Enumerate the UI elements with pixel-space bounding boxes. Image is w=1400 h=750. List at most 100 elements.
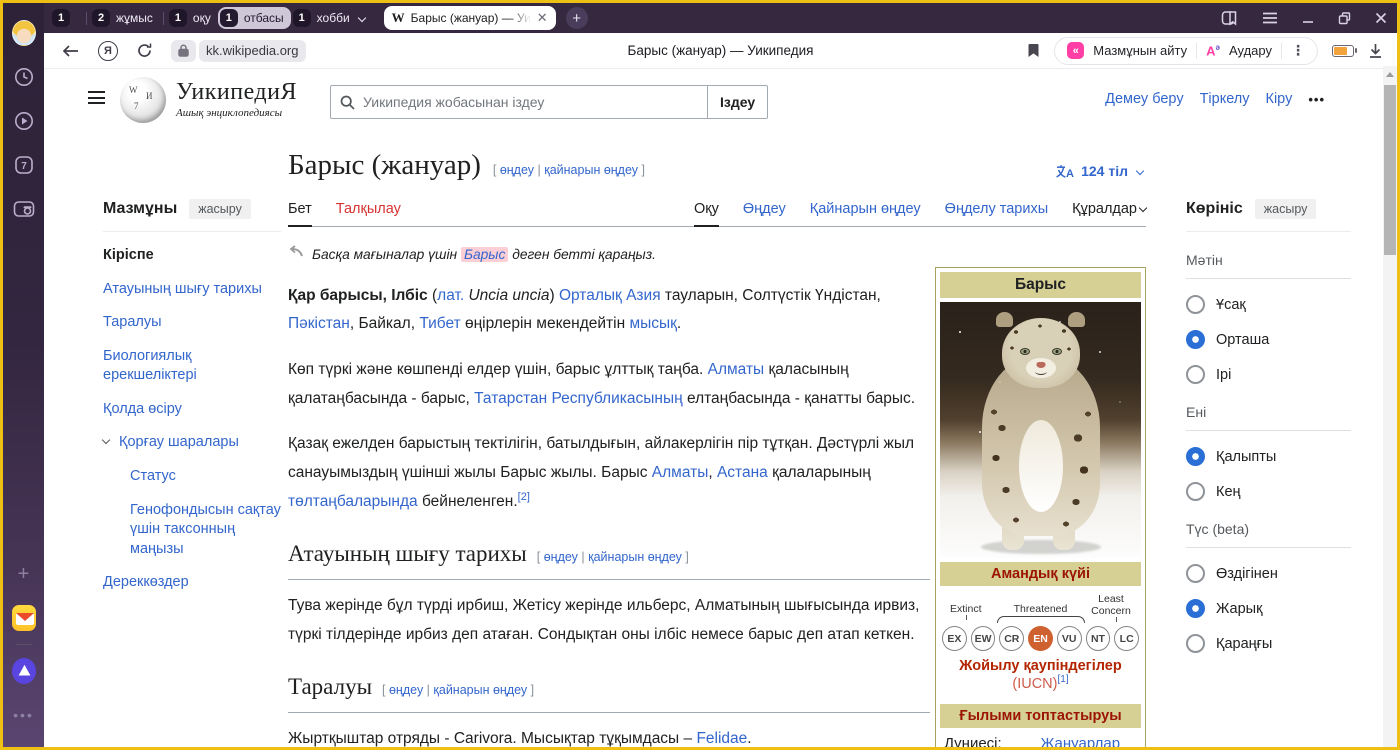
profile-avatar[interactable] [12, 21, 36, 45]
bookmarks-panel-icon[interactable] [1221, 10, 1238, 26]
battery-icon[interactable] [1332, 45, 1354, 57]
toc-item-captivity[interactable]: Қолда өсіру [103, 400, 281, 420]
toc-item-references[interactable]: Дереккөздер [103, 573, 281, 593]
article-link[interactable]: Астана [717, 464, 768, 481]
article-link[interactable]: Felidae [696, 730, 747, 747]
article-link[interactable]: мысық [629, 315, 676, 332]
toc-hide-button[interactable]: жасыру [189, 199, 251, 219]
kingdom-link[interactable]: Жануарлар [1041, 735, 1121, 747]
toc-item-biology[interactable]: Биологиялық ерекшеліктері [103, 347, 281, 386]
toc-item-genofund[interactable]: Генофондысын сақтау үшін таксонның маңыз… [130, 501, 281, 560]
article-link[interactable]: Алматы [652, 464, 709, 481]
option-small[interactable]: Ұсақ [1186, 295, 1351, 314]
article-link[interactable]: Орталық Азия [559, 287, 661, 304]
edit-link[interactable]: өңдеу [544, 550, 578, 564]
reload-icon[interactable] [136, 42, 153, 59]
new-tab-button[interactable]: + [566, 7, 588, 29]
secure-lock-icon[interactable] [171, 40, 196, 62]
edit-source-link[interactable]: қайнарын өңдеу [588, 550, 682, 564]
donate-link[interactable]: Демеу беру [1105, 91, 1183, 107]
browser-menu-icon[interactable] [1262, 12, 1278, 24]
tab-group-hobby[interactable]: 1хобби [291, 7, 372, 29]
option-width-standard[interactable]: Қалыпты [1186, 447, 1351, 466]
search-input[interactable] [363, 94, 698, 110]
appearance-hide-button[interactable]: жасыру [1255, 199, 1317, 219]
wiki-menu-icon[interactable] [88, 91, 105, 104]
ref-link[interactable]: [1] [1057, 674, 1068, 685]
article-link[interactable]: Татарстан Республикасының [474, 390, 683, 407]
wikipedia-logo[interactable]: WИ7 [120, 77, 166, 123]
toc-item-distribution[interactable]: Таралуы [103, 313, 281, 333]
close-icon[interactable] [1375, 12, 1387, 24]
article-link[interactable]: Пәкістан [288, 315, 350, 332]
login-link[interactable]: Кіру [1266, 91, 1293, 107]
toc-item-protection[interactable]: Қорғау шаралары [119, 433, 281, 453]
download-icon[interactable] [1368, 43, 1383, 59]
toc-item-etymology[interactable]: Атауының шығу тарихы [103, 280, 281, 300]
article-link[interactable]: төлтаңбаларында [288, 493, 418, 510]
option-standard[interactable]: Орташа [1186, 330, 1351, 349]
option-color-dark[interactable]: Қараңғы [1186, 634, 1351, 653]
tab-edit[interactable]: Өңдеу [743, 201, 786, 226]
tab-group-study[interactable]: 1оқу [167, 7, 218, 29]
edit-source-link[interactable]: қайнарын өңдеу [433, 683, 527, 697]
tab-group-family[interactable]: 1отбасы [218, 7, 291, 29]
radio-icon-checked[interactable] [1186, 447, 1205, 466]
tab-talk[interactable]: Талқылау [336, 201, 401, 226]
wiki-wordmark[interactable]: УикипедиЯ Ашық энциклопедиясы [176, 79, 297, 119]
radio-icon[interactable] [1186, 564, 1205, 583]
page-scrollbar[interactable] [1383, 66, 1397, 747]
tab-group-work[interactable]: 2жұмыс [90, 7, 160, 29]
more-tools-icon[interactable]: ⋮ [1291, 42, 1305, 59]
radio-icon-checked[interactable] [1186, 599, 1205, 618]
tab-group-pinned[interactable]: 1 [50, 7, 83, 29]
screenshot-icon[interactable] [12, 197, 36, 221]
search-box[interactable] [330, 85, 708, 119]
tab-edit-source[interactable]: Қайнарын өңдеу [810, 201, 921, 226]
active-tab[interactable]: W Барыс (жануар) — Уик ✕ [384, 6, 556, 30]
snow-leopard-photo[interactable] [940, 302, 1141, 558]
radio-icon[interactable] [1186, 365, 1205, 384]
article-link[interactable]: Барыс [461, 247, 508, 262]
close-tab-icon[interactable]: ✕ [537, 10, 548, 26]
bookmark-flag-icon[interactable] [1027, 43, 1040, 58]
radio-icon[interactable] [1186, 634, 1205, 653]
radio-icon[interactable] [1186, 482, 1205, 501]
search-button[interactable]: Іздеу [707, 85, 768, 119]
history-icon[interactable] [12, 65, 36, 89]
url-field[interactable]: kk.wikipedia.org [199, 40, 306, 62]
tab-read[interactable]: Оқу [694, 201, 719, 226]
alice-assistant-icon[interactable] [12, 659, 36, 683]
radio-icon[interactable] [1186, 295, 1205, 314]
option-large[interactable]: Ірі [1186, 365, 1351, 384]
yandex-search-icon[interactable]: Я [98, 41, 118, 61]
tab-page[interactable]: Бет [288, 201, 312, 226]
option-color-light[interactable]: Жарық [1186, 599, 1351, 618]
radio-icon-checked[interactable] [1186, 330, 1205, 349]
scrollbar-thumb[interactable] [1384, 85, 1396, 255]
chevron-down-icon[interactable] [102, 436, 110, 444]
edit-link[interactable]: өңдеу [389, 683, 423, 697]
mail-icon[interactable] [12, 606, 36, 630]
tab-history[interactable]: Өңделу тарихы [945, 201, 1048, 226]
language-selector[interactable]: A 124 тіл [1055, 163, 1143, 179]
scroll-up-arrow[interactable] [1386, 72, 1394, 77]
tab-tools[interactable]: Құралдар [1072, 201, 1146, 226]
toc-item-status[interactable]: Статус [130, 467, 281, 487]
sidebar-more-icon[interactable]: ••• [12, 703, 36, 727]
edit-link[interactable]: өңдеу [500, 163, 534, 177]
header-more-icon[interactable]: ••• [1308, 92, 1325, 107]
iucn-link[interactable]: (IUCN) [1012, 676, 1057, 692]
article-link[interactable]: Тибет [419, 315, 460, 332]
back-icon[interactable] [62, 44, 80, 58]
article-link[interactable]: [2] [518, 491, 530, 503]
tab-counter-icon[interactable]: 7 [12, 153, 36, 177]
play-icon[interactable] [12, 109, 36, 133]
restore-icon[interactable] [1338, 12, 1351, 25]
option-width-wide[interactable]: Кең [1186, 482, 1351, 501]
read-aloud-button[interactable]: Мазмұнын айту [1093, 43, 1187, 58]
add-panel-icon[interactable]: + [12, 562, 36, 586]
edit-source-link[interactable]: қайнарын өңдеу [544, 163, 638, 177]
toc-item-intro[interactable]: Кіріспе [103, 246, 281, 266]
article-link[interactable]: Алматы [708, 361, 765, 378]
